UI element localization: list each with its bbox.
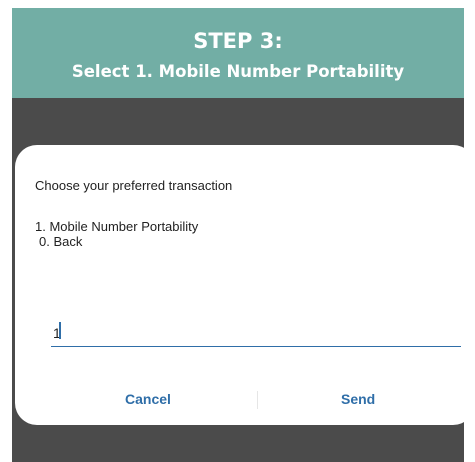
menu-option-mobile-number-portability: 1. Mobile Number Portability [35,219,199,234]
text-cursor [59,322,61,339]
cancel-button[interactable]: Cancel [125,391,171,407]
send-button[interactable]: Send [341,391,375,407]
button-divider [257,391,258,409]
dialog-prompt: Choose your preferred transaction [35,178,233,193]
instruction-frame: STEP 3: Select 1. Mobile Number Portabil… [0,0,475,462]
step-title: STEP 3: [193,29,283,53]
response-input-wrapper [51,313,461,349]
step-banner: STEP 3: Select 1. Mobile Number Portabil… [12,8,464,98]
response-input[interactable] [51,313,461,347]
menu-option-back: 0. Back [39,234,83,249]
step-instruction: Select 1. Mobile Number Portability [71,62,405,81]
ussd-dialog: Choose your preferred transaction 1. Mob… [15,145,475,425]
